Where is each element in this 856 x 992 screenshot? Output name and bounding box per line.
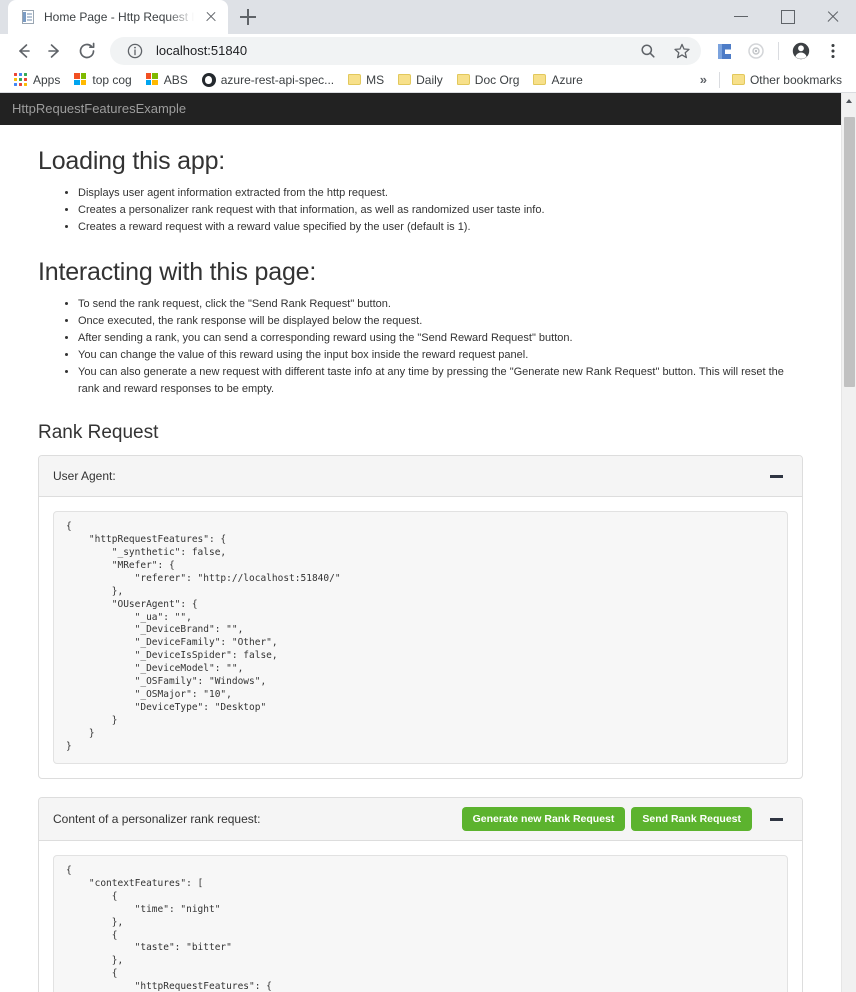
window-controls: [718, 0, 856, 40]
bookmark-label: Azure: [551, 73, 582, 87]
web-page: HttpRequestFeaturesExample Loading this …: [0, 93, 841, 992]
list-item: Creates a reward request with a reward v…: [78, 219, 803, 236]
plus-icon[interactable]: [234, 3, 262, 31]
bookmark-label: Other bookmarks: [750, 73, 842, 87]
scroll-up-arrow-icon[interactable]: [842, 93, 856, 108]
microsoft-logo-icon: [146, 73, 159, 86]
user-agent-panel-header[interactable]: User Agent:: [39, 456, 802, 497]
bookmark-label: Daily: [416, 73, 443, 87]
loading-bullet-list: Displays user agent information extracte…: [38, 185, 803, 236]
user-agent-panel: User Agent: { "httpRequestFeatures": { "…: [38, 455, 803, 778]
bookmark-label: top cog: [92, 73, 131, 87]
minus-icon[interactable]: [766, 808, 788, 830]
minus-icon[interactable]: [766, 465, 788, 487]
star-icon[interactable]: [669, 38, 695, 64]
bookmark-label: Doc Org: [475, 73, 520, 87]
forward-arrow-icon[interactable]: [40, 36, 70, 66]
reload-icon[interactable]: [72, 36, 102, 66]
bookmark-other-bookmarks[interactable]: Other bookmarks: [726, 70, 848, 90]
toolbar-divider: [778, 42, 779, 60]
address-bar[interactable]: localhost:51840: [110, 37, 701, 65]
interacting-bullet-list: To send the rank request, click the "Sen…: [38, 296, 803, 398]
list-item: You can also generate a new request with…: [78, 364, 803, 398]
panel-title: Content of a personalizer rank request:: [53, 812, 462, 826]
bookmark-apps[interactable]: Apps: [8, 70, 66, 90]
bookmarks-divider: [719, 72, 720, 88]
list-item: Creates a personalizer rank request with…: [78, 202, 803, 219]
cast-icon[interactable]: [741, 36, 771, 66]
bookmark-azure[interactable]: Azure: [527, 70, 588, 90]
send-rank-request-button[interactable]: Send Rank Request: [631, 807, 752, 832]
rank-request-panel: Content of a personalizer rank request: …: [38, 797, 803, 992]
bookmark-abs[interactable]: ABS: [140, 70, 194, 90]
loading-heading: Loading this app:: [38, 147, 803, 176]
info-circle-icon[interactable]: [122, 38, 148, 64]
bookmark-daily[interactable]: Daily: [392, 70, 449, 90]
url-text[interactable]: localhost:51840: [156, 43, 627, 58]
search-icon[interactable]: [635, 38, 661, 64]
browser-window: Home Page - Http Request Featu localhost…: [0, 0, 856, 992]
rank-request-heading: Rank Request: [38, 422, 803, 444]
list-item: Once executed, the rank response will be…: [78, 313, 803, 330]
tab-title: Home Page - Http Request Featu: [44, 10, 194, 24]
panel-actions: [758, 465, 788, 487]
list-item: To send the rank request, click the "Sen…: [78, 296, 803, 313]
bookmark-label: MS: [366, 73, 384, 87]
maximize-icon[interactable]: [764, 0, 810, 32]
page-scrollbar[interactable]: [841, 93, 856, 992]
bookmark-ms[interactable]: MS: [342, 70, 390, 90]
profile-avatar-icon[interactable]: [786, 36, 816, 66]
back-arrow-icon[interactable]: [8, 36, 38, 66]
list-item: After sending a rank, you can send a cor…: [78, 330, 803, 347]
document-icon: [20, 9, 36, 25]
bookmark-label: Apps: [33, 73, 60, 87]
three-dot-menu-icon[interactable]: [818, 36, 848, 66]
browser-toolbar: localhost:51840: [0, 34, 856, 68]
minimize-icon[interactable]: [718, 0, 764, 32]
bookmark-label: azure-rest-api-spec...: [221, 73, 334, 87]
github-logo-icon: [202, 73, 216, 87]
folder-icon: [732, 74, 745, 85]
list-item: Displays user agent information extracte…: [78, 185, 803, 202]
panel-actions: Generate new Rank Request Send Rank Requ…: [462, 807, 788, 832]
bookmark-doc-org[interactable]: Doc Org: [451, 70, 526, 90]
interacting-heading: Interacting with this page:: [38, 258, 803, 287]
list-item: You can change the value of this reward …: [78, 347, 803, 364]
bookmarks-overflow-button[interactable]: »: [694, 72, 713, 87]
generate-new-rank-request-button[interactable]: Generate new Rank Request: [462, 807, 626, 832]
bookmark-top-cog[interactable]: top cog: [68, 70, 137, 90]
user-agent-panel-body: { "httpRequestFeatures": { "_synthetic":…: [39, 497, 802, 777]
site-navbar: HttpRequestFeaturesExample: [0, 93, 841, 125]
apps-grid-icon: [14, 73, 28, 87]
folder-icon: [398, 74, 411, 85]
microsoft-logo-icon: [74, 73, 87, 86]
reading-list-icon[interactable]: [709, 36, 739, 66]
folder-icon: [533, 74, 546, 85]
close-icon[interactable]: [810, 0, 856, 32]
bookmark-azure-rest-api-spec[interactable]: azure-rest-api-spec...: [196, 70, 340, 90]
page-container: Loading this app: Displays user agent in…: [0, 147, 841, 992]
rank-request-panel-header: Content of a personalizer rank request: …: [39, 798, 802, 842]
scrollbar-thumb[interactable]: [844, 117, 855, 387]
folder-icon: [348, 74, 361, 85]
rank-request-json: { "contextFeatures": [ { "time": "night"…: [53, 855, 788, 992]
rank-request-panel-body: { "contextFeatures": [ { "time": "night"…: [39, 841, 802, 992]
close-icon[interactable]: [202, 8, 220, 26]
browser-tab[interactable]: Home Page - Http Request Featu: [8, 0, 228, 34]
user-agent-json: { "httpRequestFeatures": { "_synthetic":…: [53, 511, 788, 763]
tab-strip: Home Page - Http Request Featu: [0, 0, 856, 34]
panel-title: User Agent:: [53, 469, 758, 483]
bookmark-label: ABS: [164, 73, 188, 87]
folder-icon: [457, 74, 470, 85]
bookmarks-bar: Apps top cog ABS azure-rest-api-spec... …: [0, 68, 856, 93]
navbar-brand[interactable]: HttpRequestFeaturesExample: [12, 101, 186, 116]
page-viewport: HttpRequestFeaturesExample Loading this …: [0, 93, 856, 992]
